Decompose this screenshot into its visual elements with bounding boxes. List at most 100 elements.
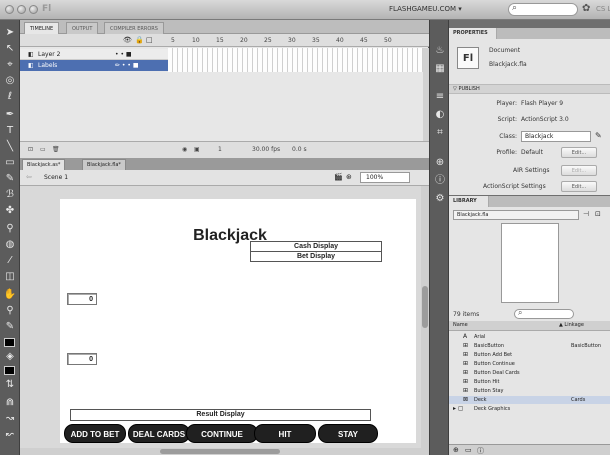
new-folder-icon[interactable]: ▭ [40,146,46,153]
new-layer-icon[interactable]: ⊡ [28,146,33,153]
outline-icon[interactable]: □ [146,36,153,44]
stroke-color-icon[interactable]: ✎ [3,320,17,333]
cs-live-menu[interactable]: CS Live [596,5,610,13]
edit-air-settings-button[interactable]: Edit... [561,165,597,176]
color-icon[interactable]: ◐ [433,108,447,121]
edit-profile-button[interactable]: Edit... [561,147,597,158]
zoom-tool-icon[interactable]: ⚲ [3,304,17,317]
bone-tool-icon[interactable]: ⚲ [3,222,17,235]
edit-symbols-icon[interactable]: ⊛ [346,173,352,181]
code-snippets-icon[interactable]: ⚙ [433,192,447,205]
layer-state-icons[interactable]: ✏ • • ■ [115,60,139,71]
tab-library[interactable]: LIBRARY [449,196,489,207]
bet-amount-field[interactable]: 0 [67,353,97,365]
fill-color-swatch[interactable] [4,366,15,375]
library-item[interactable]: ⊞ Button Stay [449,387,610,395]
new-symbol-icon[interactable]: ⊕ [453,446,459,454]
text-tool-icon[interactable]: T [3,124,17,137]
library-item[interactable]: ⊞ Button Deal Cards [449,369,610,377]
library-item-selected[interactable]: ⊠ Deck Cards [449,396,610,404]
properties-icon[interactable]: ⓘ [477,446,484,455]
tab-blackjack-fla[interactable]: Blackjack.fla* [82,159,126,170]
show-hide-icon[interactable]: 👁 [123,36,132,44]
workspace-switcher[interactable]: FLASHGAMEU.COM ▾ [389,5,462,13]
cash-amount-field[interactable]: 0 [67,293,97,305]
brush-tool-icon[interactable]: ℬ [3,188,17,201]
library-file-select[interactable]: Blackjack.fla [453,210,579,220]
line-tool-icon[interactable]: ╲ [3,140,17,153]
edit-multiple-frames-icon[interactable]: ▣ [194,146,200,153]
back-arrow-icon[interactable]: ⇦ [26,173,32,181]
layer-state-icons[interactable]: • • ■ [115,49,132,60]
column-name[interactable]: Name [453,321,468,330]
paint-bucket-tool-icon[interactable]: ◍ [3,238,17,251]
tab-properties[interactable]: PROPERTIES [449,28,497,39]
library-item[interactable]: ⊞ Button Continue [449,360,610,368]
eraser-tool-icon[interactable]: ◫ [3,270,17,283]
deco-tool-icon[interactable]: ✤ [3,204,17,217]
fill-color-icon[interactable]: ◈ [3,350,17,363]
new-folder-icon[interactable]: ▭ [465,446,472,454]
scroll-thumb[interactable] [422,286,428,328]
stay-button[interactable]: STAY [318,424,378,443]
info-icon[interactable]: ⓘ [433,174,447,187]
deal-cards-button[interactable]: DEAL CARDS [128,424,190,443]
add-to-bet-button[interactable]: ADD TO BET [64,424,126,443]
free-transform-tool-icon[interactable]: ⌖ [3,58,17,71]
edit-class-pencil-icon[interactable]: ✎ [595,131,602,140]
lock-icon[interactable]: 🔒 [135,36,144,44]
help-search-input[interactable]: ⌕ [508,3,578,16]
stage-vertical-scrollbar[interactable] [421,186,429,448]
selection-tool-icon[interactable]: ➤ [3,26,17,39]
smooth-icon[interactable]: ↝ [3,412,17,425]
layer-row-labels[interactable]: ◧ Labels ✏ • • ■ [20,60,168,71]
publish-section-header[interactable]: ▽ PUBLISH [449,84,610,94]
new-library-panel-icon[interactable]: ⊡ [595,210,601,218]
edit-actionscript-settings-button[interactable]: Edit... [561,181,597,192]
tab-blackjack-as[interactable]: Blackjack.as* [22,159,66,170]
tab-timeline[interactable]: TIMELINE [24,22,60,34]
layer-row-layer-2[interactable]: ◧ Layer 2 • • ■ [20,49,168,60]
close-window-button[interactable] [5,5,14,14]
library-item[interactable]: ⊞ BasicButton BasicButton [449,342,610,350]
library-search-input[interactable]: ⌕ [514,308,574,319]
cs-live-icon[interactable]: ✿ [582,3,590,14]
pin-library-icon[interactable]: ⊣ [583,210,589,218]
minimize-window-button[interactable] [17,5,26,14]
scene-breadcrumb[interactable]: Scene 1 [44,174,68,181]
align-icon[interactable]: ≡ [433,90,447,103]
lasso-tool-icon[interactable]: ℓ [3,90,17,103]
3d-rotation-tool-icon[interactable]: ◎ [3,74,17,87]
delete-layer-icon[interactable]: 🗑 [52,146,60,153]
snap-to-objects-icon[interactable]: ⋒ [3,396,17,409]
tab-output[interactable]: OUTPUT [66,22,99,34]
column-linkage[interactable]: ▲ Linkage [559,321,584,330]
pencil-tool-icon[interactable]: ✎ [3,172,17,185]
frames-grid[interactable] [168,48,423,72]
straighten-icon[interactable]: ↜ [3,428,17,441]
transform-icon[interactable]: ⌗ [433,126,447,139]
swap-colors-icon[interactable]: ⇅ [3,378,17,391]
continue-button[interactable]: CONTINUE [186,424,258,443]
library-item[interactable]: ⊞ Button Add Bet [449,351,610,359]
zoom-select[interactable]: 100% [360,172,410,183]
class-input[interactable]: Blackjack [521,131,591,142]
tab-compiler-errors[interactable]: COMPILER ERRORS [104,22,164,34]
scroll-thumb[interactable] [160,449,280,454]
zoom-window-button[interactable] [29,5,38,14]
swatches-icon[interactable]: ▦ [433,62,447,75]
pen-tool-icon[interactable]: ✒ [3,108,17,121]
hand-tool-icon[interactable]: ✋ [3,288,17,301]
onion-skin-icon[interactable]: ◉ [182,146,187,153]
edit-scene-icon[interactable]: 🎬 [334,173,343,181]
library-item[interactable]: ⊞ Button Hit [449,378,610,386]
frame-rate[interactable]: 30.00 fps [252,146,280,153]
rectangle-tool-icon[interactable]: ▭ [3,156,17,169]
stage[interactable]: Blackjack Cash Display Bet Display 0 0 R… [60,199,416,443]
motion-editor-icon[interactable]: ♨ [433,44,447,57]
hit-button[interactable]: HIT [254,424,316,443]
subselection-tool-icon[interactable]: ↖ [3,42,17,55]
stage-horizontal-scrollbar[interactable] [20,448,429,455]
stroke-color-swatch[interactable] [4,338,15,347]
library-item[interactable]: A Arial [449,333,610,341]
